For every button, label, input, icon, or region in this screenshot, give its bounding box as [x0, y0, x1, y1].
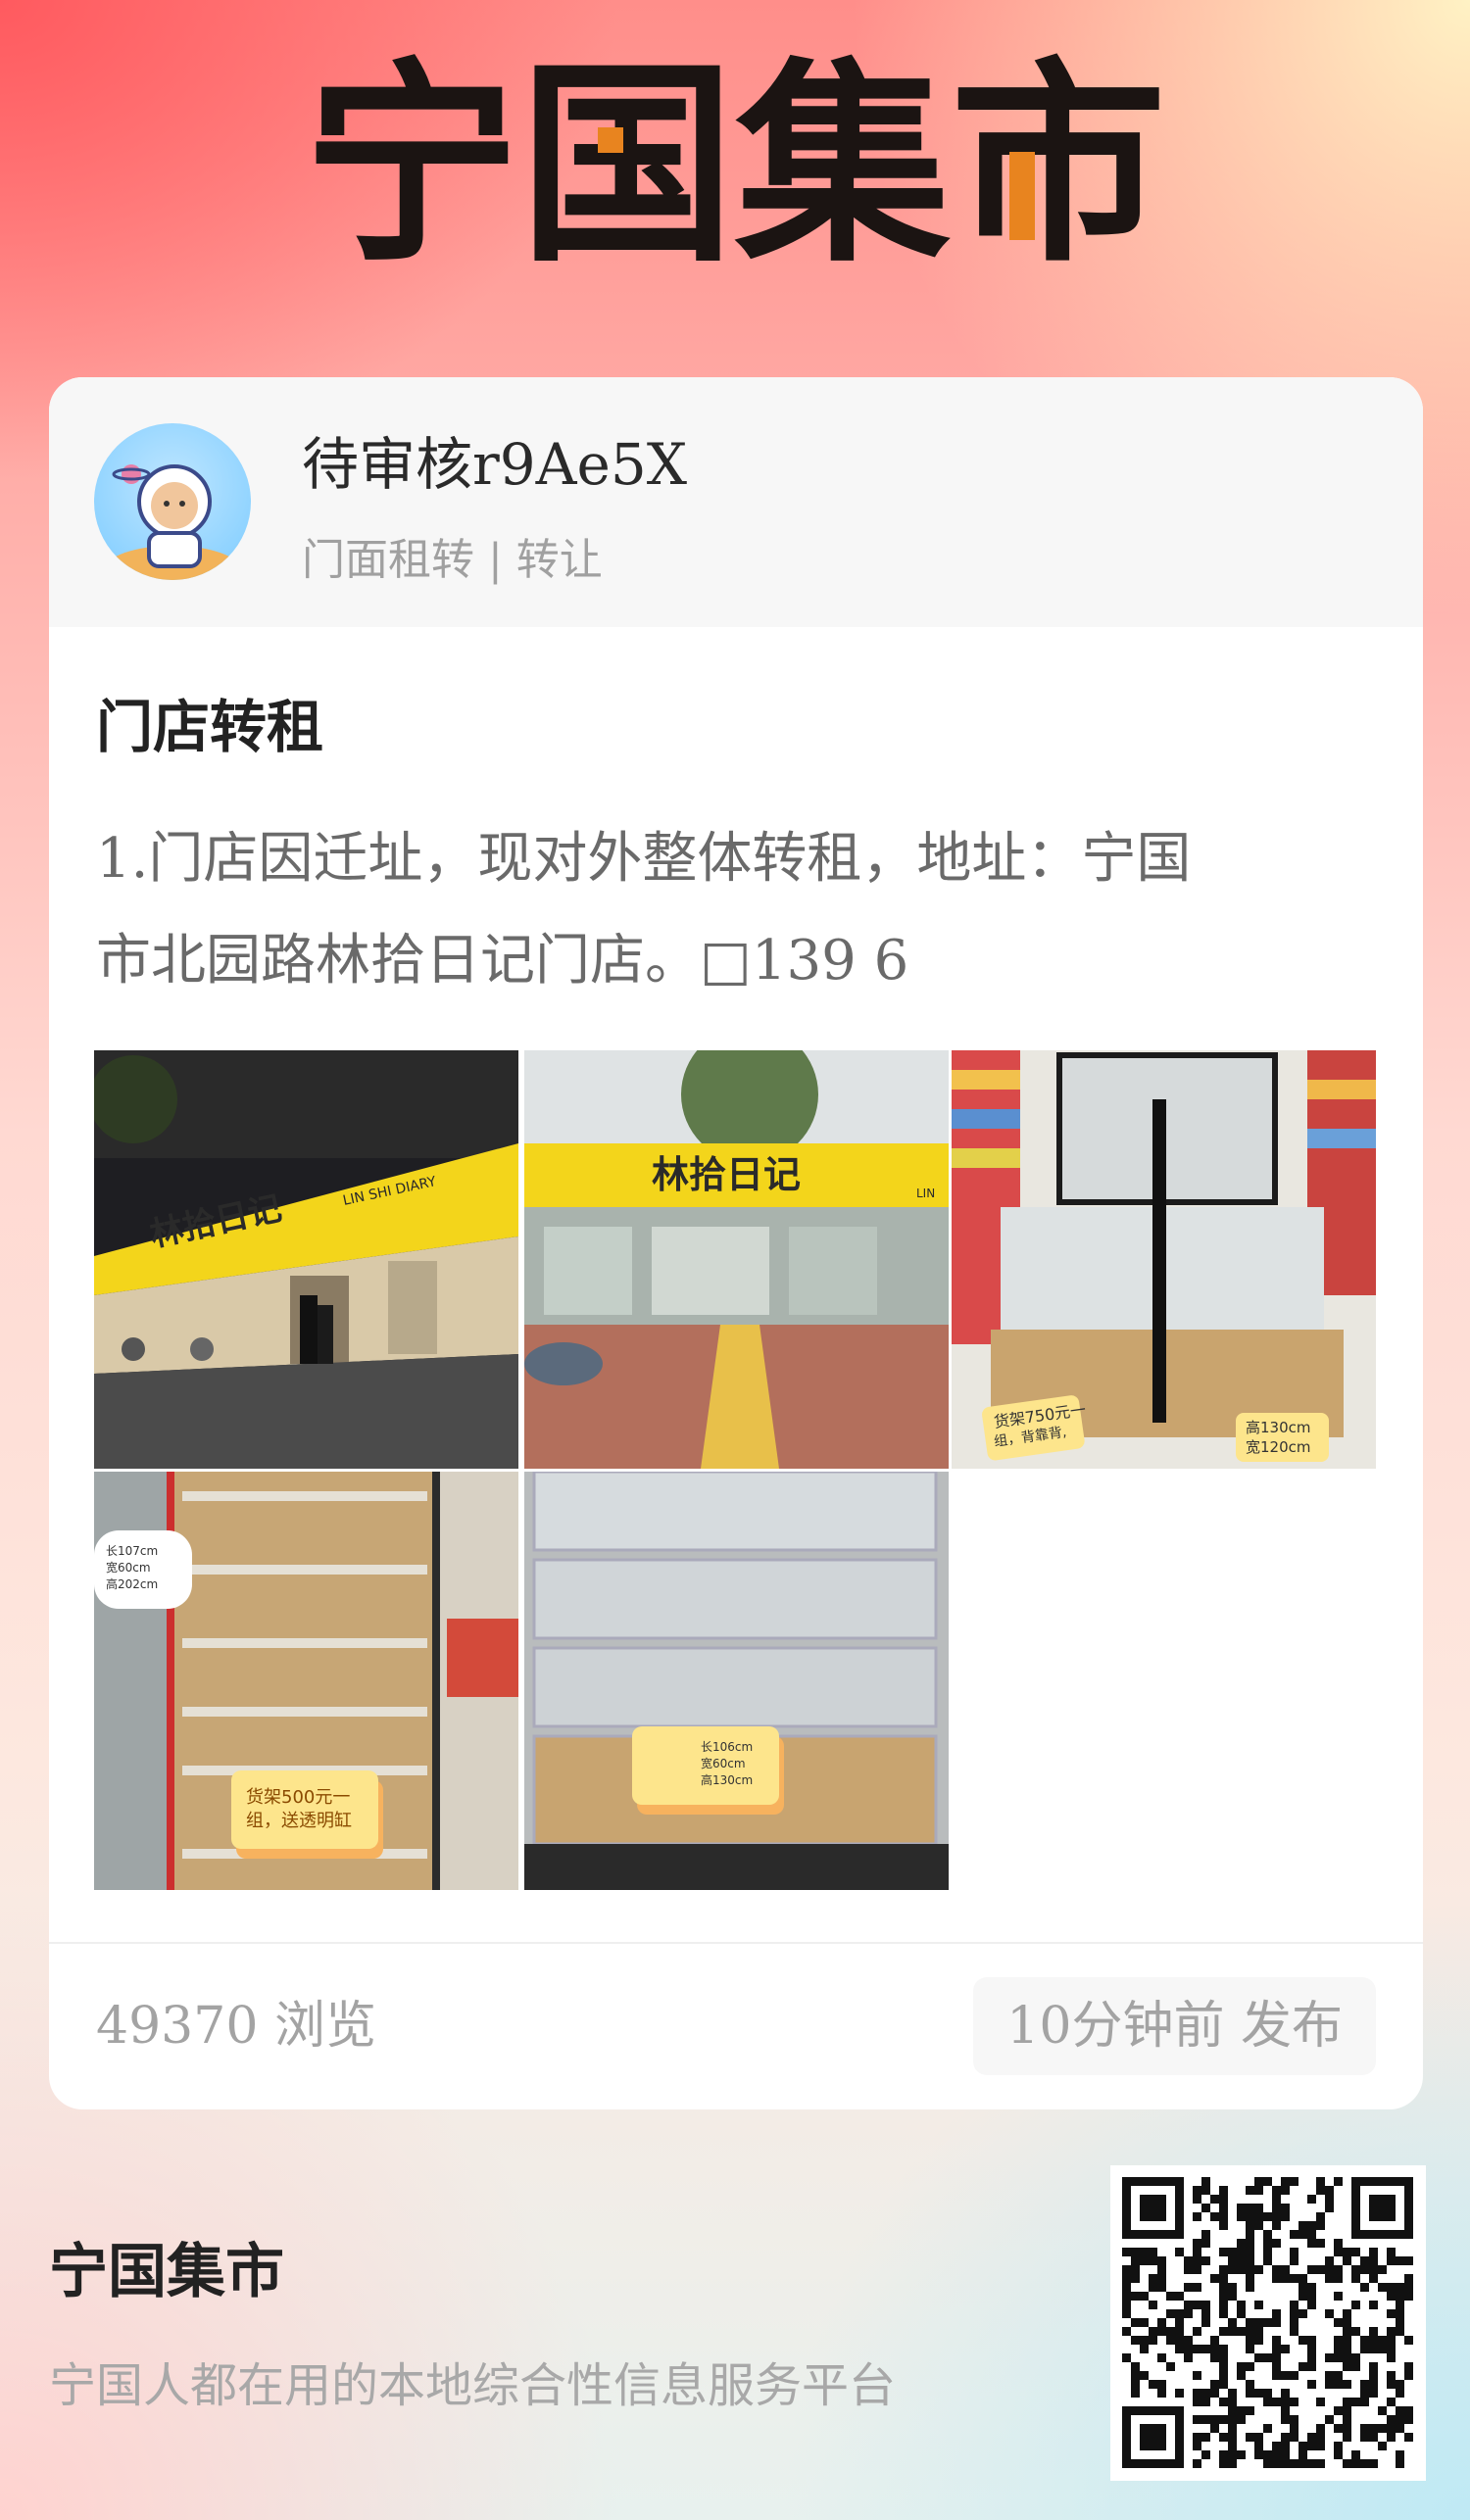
storefront-day-photo[interactable]: 林拾日记 LIN [524, 1050, 949, 1469]
user-name[interactable]: 待审核r9Ae5X [302, 418, 687, 501]
size-tag-text: 宽120cm [1246, 1438, 1311, 1456]
size-tag-text: 高202cm [106, 1576, 158, 1591]
qr-code-icon [1122, 2177, 1413, 2468]
footer-subtitle: 宁国人都在用的本地综合性信息服务平台 [49, 2358, 897, 2413]
shelf-island-photo[interactable]: 货架750元一 组，背靠背, 高130cm 宽120cm [952, 1050, 1376, 1469]
card-divider [49, 1942, 1423, 1944]
size-tag-text: 宽60cm [701, 1756, 746, 1770]
publish-time: 10分钟前 发布 [973, 1977, 1376, 2075]
post-header: 待审核r9Ae5X 门面租转 | 转让 [49, 377, 1423, 627]
footer-title: 宁国集市 [49, 2238, 284, 2306]
brand-logo: 宁国集市 [0, 39, 1470, 274]
logo-text: 宁国集市 [304, 40, 1166, 274]
size-tag-text: 高130cm [701, 1772, 753, 1787]
sign-text: 林拾日记 [652, 1153, 801, 1196]
logo-wordmark: 宁国集市 [304, 40, 1166, 274]
storefront-night-photo[interactable]: 林拾日记 LIN SHI DIARY [94, 1050, 518, 1469]
post-title: 门店转租 [96, 694, 324, 760]
post-category[interactable]: 门面租转 | 转让 [302, 524, 603, 587]
post-body-line: 市北园路林拾日记门店。□139 6 [96, 929, 909, 993]
wall-shelf-photo[interactable]: 长107cm 宽60cm 高202cm 货架500元一 组，送透明缸 [94, 1472, 518, 1890]
avatar[interactable] [94, 423, 251, 580]
view-count: 49370 浏览 [96, 1997, 376, 2056]
astronaut-avatar-icon [104, 464, 241, 580]
size-tag-text: 长106cm [701, 1740, 753, 1754]
qr-code[interactable] [1110, 2165, 1426, 2481]
post-card[interactable]: 待审核r9Ae5X 门面租转 | 转让 门店转租 1.门店因迁址，现对外整体转租… [49, 377, 1423, 2109]
sign-subtext: LIN [916, 1187, 935, 1200]
post-body-line: 1.门店因迁址，现对外整体转租，地址：宁国 [96, 827, 1192, 891]
post-body: 1.门店因迁址，现对外整体转租，地址：宁国 市北园路林拾日记门店。□139 6 [96, 808, 1370, 1012]
logo-accent-bar [1009, 152, 1035, 240]
acrylic-bins-photo[interactable]: 长106cm 宽60cm 高130cm [524, 1472, 949, 1890]
price-tag-text: 货架500元一 [246, 1787, 350, 1808]
price-tag-text: 组，送透明缸 [246, 1810, 352, 1831]
logo-accent-dot [598, 127, 623, 153]
size-tag-text: 宽60cm [106, 1560, 151, 1575]
size-tag-text: 高130cm [1246, 1419, 1311, 1436]
size-tag-text: 长107cm [106, 1544, 158, 1558]
